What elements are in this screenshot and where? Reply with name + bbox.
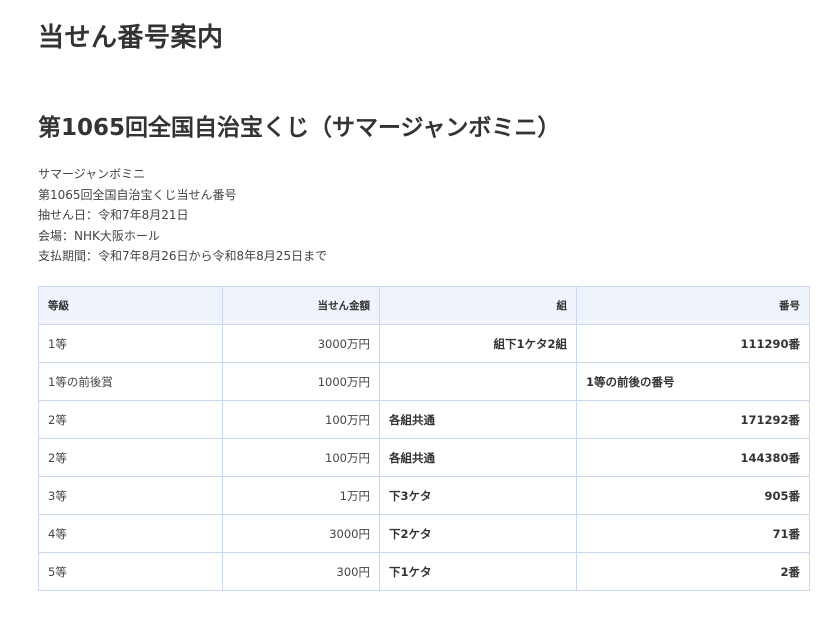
table-row: 1等の前後賞 1000万円 1等の前後の番号 [38, 362, 810, 401]
cell-amount: 1万円 [222, 476, 380, 515]
table-row: 3等 1万円 下3ケタ 905番 [38, 476, 810, 515]
info-draw-date: 抽せん日：令和7年8月21日 [38, 208, 189, 222]
table-row: 2等 100万円 各組共通 144380番 [38, 438, 810, 477]
cell-amount: 3000万円 [222, 324, 380, 363]
header-group: 組 [379, 286, 577, 325]
cell-amount: 3000円 [222, 514, 380, 553]
cell-group: 組下1ケタ2組 [379, 324, 577, 363]
cell-group: 各組共通 [379, 438, 577, 477]
cell-grade: 5等 [38, 552, 223, 591]
cell-amount: 1000万円 [222, 362, 380, 401]
cell-number: 144380番 [576, 438, 810, 477]
results-table-header: 等級 当せん金額 組 番号 [38, 286, 810, 325]
header-amount: 当せん金額 [222, 286, 380, 325]
header-grade: 等級 [38, 286, 223, 325]
info-series-name: サマージャンボミニ [38, 167, 146, 181]
cell-number: 71番 [576, 514, 810, 553]
cell-number: 905番 [576, 476, 810, 515]
info-payment-period: 支払期間：令和7年8月26日から令和8年8月25日まで [38, 249, 328, 263]
cell-group: 下3ケタ [379, 476, 577, 515]
cell-group: 下2ケタ [379, 514, 577, 553]
cell-number: 111290番 [576, 324, 810, 363]
page-title: 当せん番号案内 [38, 23, 224, 53]
table-row: 5等 300円 下1ケタ 2番 [38, 552, 810, 591]
table-row: 4等 3000円 下2ケタ 71番 [38, 514, 810, 553]
cell-number: 1等の前後の番号 [576, 362, 810, 401]
results-table-body: 1等 3000万円 組下1ケタ2組 111290番 1等の前後賞 1000万円 1等の前後の… [38, 324, 810, 591]
info-venue: 会場：NHK大阪ホール [38, 228, 160, 243]
cell-grade: 1等 [38, 324, 223, 363]
cell-amount: 300円 [222, 552, 380, 591]
cell-grade: 3等 [38, 476, 223, 515]
draw-title: 第1065回全国自治宝くじ（サマージャンボミニ） [38, 115, 561, 141]
cell-grade: 2等 [38, 438, 223, 477]
cell-amount: 100万円 [222, 438, 380, 477]
cell-group: 各組共通 [379, 400, 577, 439]
cell-grade: 2等 [38, 400, 223, 439]
page: 当せん番号案内 第1065回全国自治宝くじ（サマージャンボミニ） サマージャンボ… [0, 0, 826, 618]
cell-grade: 4等 [38, 514, 223, 553]
cell-group: 下1ケタ [379, 552, 577, 591]
cell-amount: 100万円 [222, 400, 380, 439]
draw-info: サマージャンボミニ 第1065回全国自治宝くじ当せん番号 抽せん日：令和7年8月… [38, 164, 327, 267]
cell-grade: 1等の前後賞 [38, 362, 223, 401]
header-number: 番号 [576, 286, 810, 325]
header-row: 等級 当せん金額 組 番号 [38, 286, 810, 325]
cell-number: 171292番 [576, 400, 810, 439]
cell-group [379, 362, 577, 401]
results-table: 等級 当せん金額 組 番号 1等 3000万円 組下1ケタ2組 111290番 1等の前… [38, 286, 810, 591]
info-draw-name: 第1065回全国自治宝くじ当せん番号 [38, 187, 237, 202]
table-row: 1等 3000万円 組下1ケタ2組 111290番 [38, 324, 810, 363]
cell-number: 2番 [576, 552, 810, 591]
table-row: 2等 100万円 各組共通 171292番 [38, 400, 810, 439]
